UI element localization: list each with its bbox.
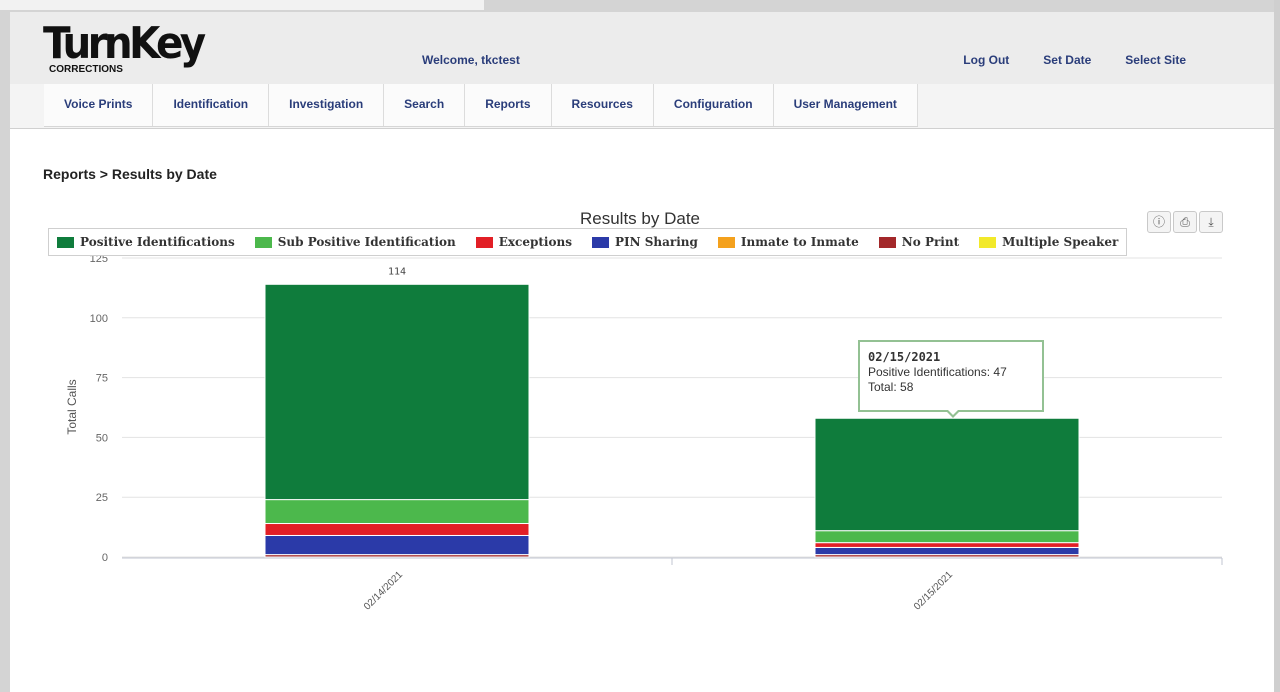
legend-label: PIN Sharing bbox=[614, 235, 698, 249]
y-tick-label: 0 bbox=[102, 552, 108, 564]
legend-swatch bbox=[475, 236, 493, 248]
tooltip-total: Total: 58 bbox=[868, 380, 914, 394]
legend-swatch bbox=[254, 236, 272, 248]
bar-segment bbox=[264, 534, 530, 556]
bar-segment bbox=[264, 523, 530, 536]
y-tick-label: 75 bbox=[96, 373, 108, 385]
top-strip bbox=[0, 0, 484, 10]
y-axis-label: Total Calls bbox=[65, 379, 79, 434]
legend-item[interactable]: Exceptions bbox=[475, 235, 572, 249]
legend-swatch bbox=[591, 236, 609, 248]
legend-swatch bbox=[979, 236, 997, 248]
bar-segment bbox=[814, 546, 1080, 556]
bar-segment bbox=[814, 542, 1080, 548]
legend-swatch bbox=[717, 236, 735, 248]
y-tick-label: 100 bbox=[90, 313, 108, 325]
chart-tooltip: 02/15/2021 Positive Identifications: 47 … bbox=[858, 340, 1044, 412]
y-tick-label: 50 bbox=[96, 432, 108, 444]
legend-item[interactable]: PIN Sharing bbox=[591, 235, 698, 249]
legend-label: Inmate to Inmate bbox=[740, 235, 859, 249]
legend-item[interactable]: Positive Identifications bbox=[57, 235, 235, 249]
bar-segment bbox=[264, 499, 530, 525]
legend-label: Sub Positive Identification bbox=[277, 235, 456, 249]
legend-item[interactable]: Inmate to Inmate bbox=[717, 235, 859, 249]
bar-segment bbox=[814, 417, 1080, 532]
legend-item[interactable]: Sub Positive Identification bbox=[254, 235, 456, 249]
download-icon[interactable]: ⤓ bbox=[1199, 211, 1223, 233]
chart-title: Results by Date bbox=[580, 209, 700, 228]
legend-swatch bbox=[878, 236, 896, 248]
legend-label: Multiple Speaker bbox=[1002, 235, 1119, 249]
x-tick-label: 02/14/2021 bbox=[362, 569, 405, 612]
tooltip-date: 02/15/2021 bbox=[868, 350, 941, 364]
legend-swatch bbox=[57, 236, 74, 248]
results-chart: 0255075100125Total Calls11402/14/2021 02/… bbox=[65, 253, 1223, 613]
bar-segment bbox=[814, 530, 1080, 544]
x-tick-label: 02/15/2021 bbox=[912, 569, 955, 612]
bar-data-label: 114 bbox=[388, 266, 406, 277]
chart-legend: Positive Identifications Sub Positive Ide… bbox=[48, 228, 1128, 256]
chart-toolbar: ⓘ ⎙ ⤓ bbox=[1147, 211, 1223, 233]
legend-item[interactable]: Multiple Speaker bbox=[979, 235, 1118, 249]
y-tick-label: 25 bbox=[96, 492, 108, 504]
tooltip-value: Positive Identifications: 47 bbox=[868, 365, 1007, 379]
legend-label: No Print bbox=[901, 235, 960, 249]
tooltip-arrow-inner bbox=[947, 409, 959, 415]
bar-segment bbox=[264, 283, 530, 501]
info-icon[interactable]: ⓘ bbox=[1147, 211, 1171, 233]
legend-label: Positive Identifications bbox=[80, 235, 235, 249]
window-edge bbox=[1274, 0, 1280, 692]
legend-label: Exceptions bbox=[498, 235, 572, 249]
print-icon[interactable]: ⎙ bbox=[1173, 211, 1197, 233]
app-frame: TurnKey CORRECTIONS Welcome, tkctest Log… bbox=[10, 12, 1274, 692]
legend-item[interactable]: No Print bbox=[878, 235, 960, 249]
